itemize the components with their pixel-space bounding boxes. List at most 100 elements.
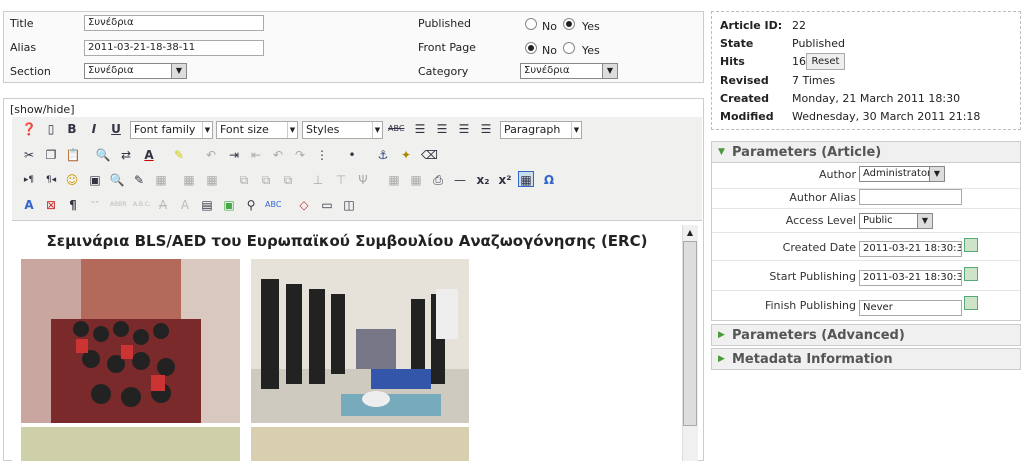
outdent-icon[interactable]: ⇤ bbox=[248, 147, 264, 163]
parameters-article-header[interactable]: ▼ Parameters (Article) bbox=[711, 141, 1021, 163]
replace-icon[interactable]: ⇄ bbox=[118, 147, 134, 163]
media-icon[interactable]: ▣ bbox=[221, 197, 237, 213]
font-size-select-value: Font size bbox=[220, 123, 269, 136]
undo2-icon[interactable]: ↶ bbox=[270, 147, 286, 163]
editor-content[interactable]: Σεμινάρια BLS/AED του Ευρωπαϊκού Συμβουλ… bbox=[12, 222, 682, 461]
paragraph-icon[interactable]: ¶ bbox=[65, 197, 81, 213]
italic-icon[interactable]: I bbox=[86, 121, 102, 137]
quote-icon[interactable]: “” bbox=[87, 197, 103, 213]
ins-icon[interactable]: A bbox=[177, 197, 193, 213]
chevron-down-icon: ▼ bbox=[372, 122, 382, 138]
new-document-icon[interactable]: ▯ bbox=[43, 121, 59, 137]
author-select[interactable]: Administrator ▼ bbox=[859, 166, 945, 182]
undo-icon[interactable]: ↶ bbox=[203, 147, 219, 163]
font-size-select[interactable]: Font size ▼ bbox=[216, 121, 298, 139]
title-input[interactable]: Συνέδρια bbox=[84, 15, 264, 31]
frontpage-yes-label: Yes bbox=[582, 44, 600, 57]
table-icon[interactable]: ▦ bbox=[386, 172, 402, 188]
calendar-icon[interactable] bbox=[964, 296, 978, 310]
anchor-icon[interactable]: ⚓ bbox=[375, 147, 391, 163]
numbered-list-icon[interactable]: ⋮ bbox=[314, 147, 330, 163]
bullet-list-icon[interactable]: • bbox=[344, 147, 360, 163]
fullscreen-icon[interactable]: ▭ bbox=[319, 197, 335, 213]
section-select[interactable]: Συνέδρια ▼ bbox=[84, 63, 187, 79]
preview-icon[interactable]: 🔍 bbox=[109, 172, 125, 188]
published-yes-radio[interactable] bbox=[563, 18, 575, 30]
align-right-icon[interactable]: ☰ bbox=[456, 121, 472, 137]
frontpage-yes-radio[interactable] bbox=[563, 42, 575, 54]
smiley-icon[interactable]: ☺ bbox=[64, 172, 80, 188]
indent-icon[interactable]: ⇥ bbox=[226, 147, 242, 163]
align-left-icon[interactable]: ☰ bbox=[412, 121, 428, 137]
access-level-select[interactable]: Public ▼ bbox=[859, 213, 933, 229]
layer-icon[interactable]: ⧉ bbox=[236, 172, 252, 188]
help-icon[interactable]: ❓ bbox=[21, 121, 37, 137]
eraser-icon[interactable]: ⌫ bbox=[421, 147, 438, 163]
layer2-icon[interactable]: ⧉ bbox=[258, 172, 274, 188]
section-label: Section bbox=[10, 65, 51, 78]
show-hide-toggle[interactable]: [show/hide] bbox=[10, 103, 75, 116]
paste-icon[interactable]: 📋 bbox=[65, 147, 81, 163]
finish-publishing-input[interactable]: Never bbox=[859, 300, 962, 316]
start-publishing-input[interactable]: 2011-03-21 18:30:32 bbox=[859, 270, 962, 286]
rtl-icon[interactable]: ¶◂ bbox=[43, 172, 59, 188]
template-icon[interactable]: ▤ bbox=[199, 197, 215, 213]
link-icon[interactable]: ⚲ bbox=[243, 197, 259, 213]
created-date-input[interactable]: 2011-03-21 18:30:32 bbox=[859, 241, 962, 257]
font-family-select[interactable]: Font family ▼ bbox=[130, 121, 213, 139]
align-center-icon[interactable]: ☰ bbox=[434, 121, 450, 137]
table-row-icon[interactable]: ▦ bbox=[153, 172, 169, 188]
styleprops-icon[interactable]: A bbox=[21, 197, 37, 213]
image-icon[interactable]: ▣ bbox=[87, 172, 103, 188]
category-select[interactable]: Συνέδρια ▼ bbox=[520, 63, 618, 79]
bold-icon[interactable]: B bbox=[64, 121, 80, 137]
columns-icon[interactable]: ◫ bbox=[341, 197, 357, 213]
redo-icon[interactable]: ↷ bbox=[292, 147, 308, 163]
horizontal-rule-icon[interactable]: — bbox=[452, 172, 468, 188]
calendar-icon[interactable] bbox=[964, 267, 978, 281]
visual-aid-icon[interactable]: ▦ bbox=[518, 171, 534, 187]
ltr-icon[interactable]: ▸¶ bbox=[21, 172, 37, 188]
superscript-icon[interactable]: x² bbox=[497, 172, 513, 188]
calendar-icon[interactable] bbox=[964, 238, 978, 252]
published-no-radio[interactable] bbox=[525, 18, 537, 30]
alias-input[interactable]: 2011-03-21-18-38-11 bbox=[84, 40, 264, 56]
acronym-icon[interactable]: A.B.C. bbox=[133, 197, 151, 213]
html-icon[interactable]: ◇ bbox=[296, 197, 312, 213]
table2-icon[interactable]: ▦ bbox=[408, 172, 424, 188]
pos3-icon[interactable]: Ψ bbox=[355, 172, 371, 188]
find-icon[interactable]: 🔍 bbox=[95, 147, 111, 163]
text-color-icon[interactable]: A bbox=[141, 147, 157, 163]
del-icon[interactable]: A bbox=[155, 197, 171, 213]
styles-select[interactable]: Styles ▼ bbox=[302, 121, 383, 139]
abbr-icon[interactable]: ABBR bbox=[110, 197, 127, 213]
reset-button[interactable]: Reset bbox=[806, 53, 845, 70]
cleanup-icon[interactable]: ✦ bbox=[398, 147, 414, 163]
format-select[interactable]: Paragraph ▼ bbox=[500, 121, 582, 139]
scroll-up-icon[interactable]: ▲ bbox=[683, 226, 697, 240]
edit-icon[interactable]: ✎ bbox=[131, 172, 147, 188]
cut-icon[interactable]: ✂ bbox=[21, 147, 37, 163]
pos2-icon[interactable]: ⊤ bbox=[333, 172, 349, 188]
attribs-icon[interactable]: ⊠ bbox=[43, 197, 59, 213]
table-merge-icon[interactable]: ▦ bbox=[204, 172, 220, 188]
layer3-icon[interactable]: ⧉ bbox=[280, 172, 296, 188]
spellcheck-icon[interactable]: ABC bbox=[265, 197, 281, 213]
subscript-icon[interactable]: x₂ bbox=[475, 172, 491, 188]
author-alias-input[interactable] bbox=[859, 189, 962, 205]
frontpage-no-radio[interactable] bbox=[525, 42, 537, 54]
metadata-header[interactable]: ▶ Metadata Information bbox=[711, 348, 1021, 370]
underline-icon[interactable]: U bbox=[108, 121, 124, 137]
published-no-label: No bbox=[542, 20, 557, 33]
highlight-icon[interactable]: ✎ bbox=[171, 147, 187, 163]
strikethrough-icon[interactable]: ABC bbox=[388, 121, 404, 137]
print-icon[interactable]: ⎙ bbox=[430, 172, 446, 188]
pos-icon[interactable]: ⊥ bbox=[310, 172, 326, 188]
copy-icon[interactable]: ❐ bbox=[43, 147, 59, 163]
omega-icon[interactable]: Ω bbox=[541, 172, 557, 188]
hits-value: 16 bbox=[792, 55, 806, 68]
parameters-advanced-header[interactable]: ▶ Parameters (Advanced) bbox=[711, 324, 1021, 346]
table-col-icon[interactable]: ▦ bbox=[181, 172, 197, 188]
justify-icon[interactable]: ☰ bbox=[478, 121, 494, 137]
scroll-thumb[interactable] bbox=[683, 241, 697, 426]
